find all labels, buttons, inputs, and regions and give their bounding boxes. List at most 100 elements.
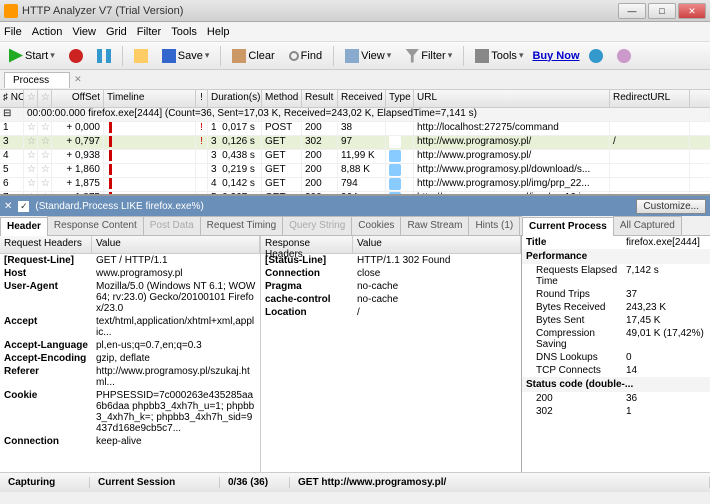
header-row: Pragmano-cache — [261, 280, 521, 293]
status-session: Current Session — [90, 477, 220, 488]
detail-row: Header Response Content Post Data Reques… — [0, 216, 710, 472]
menu-action[interactable]: Action — [32, 26, 63, 38]
status-count: 0/36 (36) — [220, 477, 290, 488]
tab-header[interactable]: Header — [0, 217, 48, 236]
col-flag[interactable]: ! — [196, 90, 208, 107]
perf-row: Requests Elapsed Time7,142 s — [522, 264, 710, 288]
status-code-heading: Status code (double-... — [522, 377, 710, 392]
info-button[interactable] — [584, 46, 608, 66]
filter-button[interactable]: Filter▾ — [400, 46, 457, 66]
col-received[interactable]: Received — [338, 90, 386, 107]
left-pane: Header Response Content Post Data Reques… — [0, 216, 522, 472]
stop-icon — [69, 49, 83, 63]
header-row: Accept-Languagepl,en-us;q=0.7,en;q=0.3 — [0, 339, 260, 352]
customize-button[interactable]: Customize... — [636, 199, 706, 214]
start-button[interactable]: Start▾ — [4, 46, 60, 66]
right-tabs: Current Process All Captured — [522, 216, 710, 236]
close-button[interactable]: ✕ — [678, 3, 706, 19]
col-offset[interactable]: OffSet — [52, 90, 104, 107]
titlebar: HTTP Analyzer V7 (Trial Version) — □ ✕ — [0, 0, 710, 22]
response-headers-pane: Response HeadersValue [Status-Line]HTTP/… — [261, 236, 521, 472]
close-tab-icon[interactable]: ✕ — [74, 74, 82, 85]
table-row[interactable]: 1☆☆+ 0,000!1 0,017 sPOST20038http://loca… — [0, 122, 710, 136]
buy-now-link[interactable]: Buy Now — [532, 50, 579, 62]
save-button[interactable]: Save▾ — [157, 46, 215, 66]
clear-button[interactable]: Clear — [227, 46, 279, 66]
menu-filter[interactable]: Filter — [137, 26, 161, 38]
header-row: Accept-Encodinggzip, deflate — [0, 352, 260, 365]
perf-row: DNS Lookups0 — [522, 351, 710, 364]
help-button[interactable] — [612, 46, 636, 66]
header-row: CookiePHPSESSID=7c000263e435285aa6b6daa … — [0, 389, 260, 435]
menu-tools[interactable]: Tools — [171, 26, 197, 38]
close-filter-icon[interactable]: ✕ — [4, 201, 12, 212]
tab-raw-stream[interactable]: Raw Stream — [400, 216, 469, 235]
col-url[interactable]: URL — [414, 90, 610, 107]
header-row: Accepttext/html,application/xhtml+xml,ap… — [0, 315, 260, 339]
grid-icon — [345, 49, 359, 63]
menubar: File Action View Grid Filter Tools Help — [0, 22, 710, 42]
perf-row: Bytes Sent17,45 K — [522, 314, 710, 327]
wrench-icon — [475, 49, 489, 63]
tab-query-string[interactable]: Query String — [282, 216, 352, 235]
request-grid: ♯ NO ☆ ☆ OffSet Timeline ! Duration(s) M… — [0, 90, 710, 196]
menu-file[interactable]: File — [4, 26, 22, 38]
col-type[interactable]: Type — [386, 90, 414, 107]
col-no[interactable]: ♯ NO — [0, 90, 24, 107]
col-result[interactable]: Result — [302, 90, 338, 107]
group-row[interactable]: ⊟ 00:00:00.000 firefox.exe[2444] (Count=… — [0, 108, 710, 122]
play-icon — [9, 49, 23, 63]
menu-grid[interactable]: Grid — [106, 26, 127, 38]
tab-hints[interactable]: Hints (1) — [468, 216, 520, 235]
tab-response-content[interactable]: Response Content — [47, 216, 144, 235]
header-row: [Status-Line]HTTP/1.1 302 Found — [261, 254, 521, 267]
disk-icon — [162, 49, 176, 63]
col-fav[interactable]: ☆ — [24, 90, 38, 107]
col-timeline[interactable]: Timeline — [104, 90, 196, 107]
tab-post-data[interactable]: Post Data — [143, 216, 201, 235]
pause-icon — [97, 49, 111, 63]
header-row: User-AgentMozilla/5.0 (Windows NT 6.1; W… — [0, 280, 260, 315]
status-capturing: Capturing — [0, 477, 90, 488]
perf-row: 20036 — [522, 392, 710, 405]
minimize-button[interactable]: — — [618, 3, 646, 19]
stop-button[interactable] — [64, 46, 88, 66]
search-icon — [289, 51, 299, 61]
menu-view[interactable]: View — [72, 26, 96, 38]
performance-pane: Titlefirefox.exe[2444] Performance Reque… — [522, 236, 710, 472]
col-fav2[interactable]: ☆ — [38, 90, 52, 107]
folder-icon — [134, 49, 148, 63]
tab-request-timing[interactable]: Request Timing — [200, 216, 283, 235]
process-tab[interactable]: Process — [4, 72, 70, 88]
toolbar: Start▾ Save▾ Clear Find View▾ Filter▾ To… — [0, 42, 710, 70]
header-row: [Request-Line]GET / HTTP/1.1 — [0, 254, 260, 267]
filter-text: (Standard.Process LIKE firefox.exe%) — [35, 201, 203, 212]
col-method[interactable]: Method — [262, 90, 302, 107]
window-title: HTTP Analyzer V7 (Trial Version) — [22, 5, 618, 17]
view-button[interactable]: View▾ — [340, 46, 396, 66]
table-row[interactable]: 5☆☆+ 1,8603 0,219 sGET2008,88 Khttp://ww… — [0, 164, 710, 178]
table-row[interactable]: 6☆☆+ 1,8754 0,142 sGET200794http://www.p… — [0, 178, 710, 192]
open-button[interactable] — [129, 46, 153, 66]
header-row: Connectionkeep-alive — [0, 435, 260, 448]
funnel-icon — [405, 49, 419, 63]
filter-checkbox[interactable]: ✓ — [18, 201, 29, 212]
request-headers-pane: Request HeadersValue [Request-Line]GET /… — [0, 236, 261, 472]
tab-all-captured[interactable]: All Captured — [613, 216, 682, 235]
menu-help[interactable]: Help — [207, 26, 230, 38]
app-icon — [4, 4, 18, 18]
col-duration[interactable]: Duration(s) — [208, 90, 262, 107]
tools-button[interactable]: Tools▾ — [470, 46, 528, 66]
pause-button[interactable] — [92, 46, 116, 66]
table-row[interactable]: 3☆☆+ 0,797!3 0,126 sGET30297http://www.p… — [0, 136, 710, 150]
maximize-button[interactable]: □ — [648, 3, 676, 19]
tab-current-process[interactable]: Current Process — [522, 217, 614, 236]
header-row: cache-controlno-cache — [261, 293, 521, 306]
tab-cookies[interactable]: Cookies — [351, 216, 401, 235]
perf-row: Round Trips37 — [522, 288, 710, 301]
table-row[interactable]: 4☆☆+ 0,9383 0,438 sGET20011,99 Khttp://w… — [0, 150, 710, 164]
process-bar: Process ✕ — [0, 70, 710, 90]
left-tabs: Header Response Content Post Data Reques… — [0, 216, 521, 236]
find-button[interactable]: Find — [284, 47, 327, 65]
col-redirect[interactable]: RedirectURL — [610, 90, 690, 107]
